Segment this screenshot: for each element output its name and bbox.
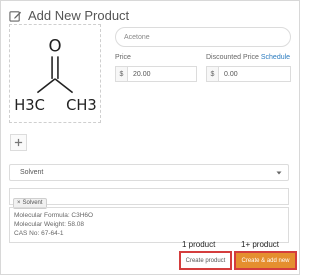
structure-right-group: CH3 xyxy=(66,97,97,114)
description-line: Molecular Weight: 58.08 xyxy=(14,221,84,228)
modal-header: Add New Product xyxy=(9,7,129,23)
annotation-single: 1 product xyxy=(182,240,216,249)
add-product-modal: Add New Product O H3C CH3 Acetone Price … xyxy=(0,0,300,275)
product-name-input[interactable]: Acetone xyxy=(115,27,291,47)
price-value: 20.00 xyxy=(133,70,151,78)
schedule-link[interactable]: Schedule xyxy=(261,54,290,61)
chevron-down-icon xyxy=(276,171,282,174)
category-selected-value: Solvent xyxy=(20,169,44,176)
product-name-value: Acetone xyxy=(124,33,150,41)
annotation-multi: 1+ product xyxy=(241,240,280,249)
price-currency: $ xyxy=(116,67,128,81)
discount-input[interactable]: $ 0.00 xyxy=(206,66,291,82)
modal-title: Add New Product xyxy=(28,7,130,23)
add-image-button[interactable] xyxy=(10,134,27,151)
discount-label-text: Discounted Price xyxy=(206,54,259,61)
discount-value: 0.00 xyxy=(224,70,238,78)
structure-left-group: H3C xyxy=(14,97,45,114)
tag-remove-icon[interactable]: × xyxy=(17,200,21,206)
tags-input[interactable]: × Solvent xyxy=(9,188,289,209)
tag-label: Solvent xyxy=(22,200,43,206)
discount-currency: $ xyxy=(207,67,219,81)
create-product-button[interactable]: Create product xyxy=(179,251,232,270)
description-textarea[interactable]: Molecular Formula: C3H6O Molecular Weigh… xyxy=(9,207,289,243)
create-and-add-new-button[interactable]: Create & add new xyxy=(234,251,297,270)
create-and-add-new-label: Create & add new xyxy=(241,257,290,264)
structure-top-atom: O xyxy=(48,36,61,55)
description-line: Molecular Formula: C3H6O xyxy=(14,212,94,219)
plus-icon xyxy=(14,138,23,147)
create-product-label: Create product xyxy=(185,257,226,264)
discount-label: Discounted Price Schedule xyxy=(206,54,290,61)
pencil-square-icon xyxy=(9,10,22,22)
price-label: Price xyxy=(115,54,131,61)
category-select[interactable]: Solvent xyxy=(9,164,289,181)
product-image[interactable]: O H3C CH3 xyxy=(9,24,101,123)
description-line: CAS No: 67-64-1 xyxy=(14,230,64,237)
price-input[interactable]: $ 20.00 xyxy=(115,66,197,82)
chemical-structure-image: O H3C CH3 xyxy=(14,36,97,114)
